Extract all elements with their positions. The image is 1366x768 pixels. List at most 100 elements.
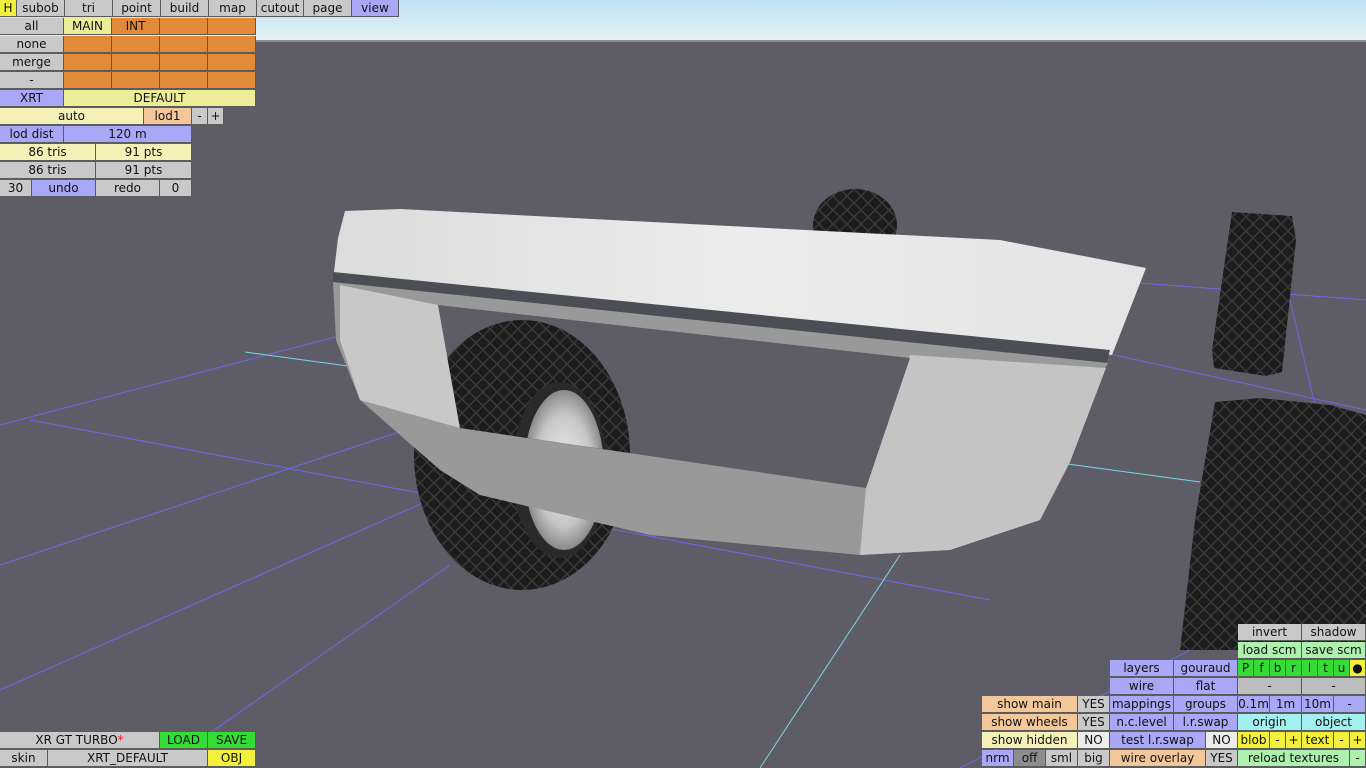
- text-button[interactable]: text: [1302, 732, 1334, 749]
- layers-button[interactable]: layers: [1110, 660, 1174, 677]
- view-left-button[interactable]: l: [1302, 660, 1318, 677]
- select-all-button[interactable]: all: [0, 18, 64, 35]
- car-name: XR GT TURBO: [35, 733, 118, 747]
- group-slot[interactable]: [112, 72, 160, 89]
- grid-0-1m-button[interactable]: 0.1m: [1238, 696, 1270, 713]
- big-size-button[interactable]: big: [1078, 750, 1110, 767]
- car-name-field[interactable]: XR GT TURBO*: [0, 732, 160, 749]
- tris-count-total: 86 tris: [0, 162, 96, 179]
- group-slot[interactable]: [160, 18, 208, 35]
- menu-cutout[interactable]: cutout: [257, 0, 304, 17]
- lod-auto-button[interactable]: auto: [0, 108, 144, 125]
- test-lr-swap-button[interactable]: test l.r.swap: [1110, 732, 1206, 749]
- save-scm-button[interactable]: save scm: [1302, 642, 1366, 659]
- size-off-button[interactable]: off: [1014, 750, 1046, 767]
- lod-select-button[interactable]: lod1: [144, 108, 192, 125]
- object-button[interactable]: object: [1302, 714, 1366, 731]
- wire-button[interactable]: wire: [1110, 678, 1174, 695]
- group-main[interactable]: MAIN: [64, 18, 112, 35]
- menu-tri[interactable]: tri: [65, 0, 113, 17]
- undo-count: 30: [0, 180, 32, 197]
- view-top-button[interactable]: t: [1318, 660, 1334, 677]
- group-slot[interactable]: [112, 54, 160, 71]
- blob-button[interactable]: blob: [1238, 732, 1270, 749]
- group-slot[interactable]: [208, 54, 256, 71]
- flat-button[interactable]: flat: [1174, 678, 1238, 695]
- menu-subob[interactable]: subob: [17, 0, 65, 17]
- groups-button[interactable]: groups: [1174, 696, 1238, 713]
- group-int[interactable]: INT: [112, 18, 160, 35]
- rear-right-wheel: [1212, 212, 1296, 376]
- dash-button[interactable]: -: [0, 72, 64, 89]
- test-lr-swap-toggle[interactable]: NO: [1206, 732, 1238, 749]
- merge-button[interactable]: merge: [0, 54, 64, 71]
- show-main-label[interactable]: show main: [982, 696, 1078, 713]
- grid-1m-button[interactable]: 1m: [1270, 696, 1302, 713]
- load-scm-button[interactable]: load scm: [1238, 642, 1302, 659]
- text-minus-button[interactable]: -: [1334, 732, 1350, 749]
- show-wheels-label[interactable]: show wheels: [982, 714, 1078, 731]
- view-front-button[interactable]: f: [1254, 660, 1270, 677]
- view-under-button[interactable]: u: [1334, 660, 1350, 677]
- blob-minus-button[interactable]: -: [1270, 732, 1286, 749]
- group-slot[interactable]: [64, 36, 112, 53]
- reload-minus-button[interactable]: -: [1350, 750, 1366, 767]
- group-slot[interactable]: [64, 54, 112, 71]
- small-size-button[interactable]: sml: [1046, 750, 1078, 767]
- normal-size-button[interactable]: nrm: [982, 750, 1014, 767]
- group-slot[interactable]: [208, 18, 256, 35]
- menu-build[interactable]: build: [161, 0, 209, 17]
- group-slot[interactable]: [160, 72, 208, 89]
- undo-button[interactable]: undo: [32, 180, 96, 197]
- group-slot[interactable]: [160, 36, 208, 53]
- config-button[interactable]: DEFAULT: [64, 90, 256, 107]
- wire-overlay-button[interactable]: wire overlay: [1110, 750, 1206, 767]
- show-main-toggle[interactable]: YES: [1078, 696, 1110, 713]
- shadow-button[interactable]: shadow: [1302, 624, 1366, 641]
- blob-plus-button[interactable]: +: [1286, 732, 1302, 749]
- h-button[interactable]: H: [0, 0, 17, 17]
- redo-button[interactable]: redo: [96, 180, 160, 197]
- skin-label: skin: [0, 750, 48, 767]
- modified-marker: *: [117, 733, 124, 747]
- lod-dist-value[interactable]: 120 m: [64, 126, 192, 143]
- menu-map[interactable]: map: [209, 0, 257, 17]
- grid-10m-button[interactable]: 10m: [1302, 696, 1334, 713]
- invert-button[interactable]: invert: [1238, 624, 1302, 641]
- view-back-button[interactable]: b: [1270, 660, 1286, 677]
- grid-off-button[interactable]: -: [1334, 696, 1366, 713]
- show-wheels-toggle[interactable]: YES: [1078, 714, 1110, 731]
- obj-button[interactable]: OBJ: [208, 750, 256, 767]
- group-slot[interactable]: [160, 54, 208, 71]
- wire-overlay-toggle[interactable]: YES: [1206, 750, 1238, 767]
- skin-name-field[interactable]: XRT_DEFAULT: [48, 750, 208, 767]
- view-p-button[interactable]: P: [1238, 660, 1254, 677]
- dash-button-left[interactable]: -: [1238, 678, 1302, 695]
- redo-count: 0: [160, 180, 192, 197]
- group-slot[interactable]: [208, 36, 256, 53]
- show-hidden-label[interactable]: show hidden: [982, 732, 1078, 749]
- origin-button[interactable]: origin: [1238, 714, 1302, 731]
- gouraud-button[interactable]: gouraud: [1174, 660, 1238, 677]
- mappings-button[interactable]: mappings: [1110, 696, 1174, 713]
- select-none-button[interactable]: none: [0, 36, 64, 53]
- nc-level-button[interactable]: n.c.level: [1110, 714, 1174, 731]
- menu-point[interactable]: point: [113, 0, 161, 17]
- load-button[interactable]: LOAD: [160, 732, 208, 749]
- dash-button-right[interactable]: -: [1302, 678, 1366, 695]
- group-slot[interactable]: [112, 36, 160, 53]
- text-plus-button[interactable]: +: [1350, 732, 1366, 749]
- menu-page[interactable]: page: [304, 0, 352, 17]
- lod-minus-button[interactable]: -: [192, 108, 208, 125]
- reload-textures-button[interactable]: reload textures: [1238, 750, 1350, 767]
- show-hidden-toggle[interactable]: NO: [1078, 732, 1110, 749]
- save-button[interactable]: SAVE: [208, 732, 256, 749]
- car-code-button[interactable]: XRT: [0, 90, 64, 107]
- lod-plus-button[interactable]: +: [208, 108, 224, 125]
- group-slot[interactable]: [208, 72, 256, 89]
- dot-icon[interactable]: ●: [1350, 660, 1366, 677]
- view-right-button[interactable]: r: [1286, 660, 1302, 677]
- menu-view[interactable]: view: [352, 0, 399, 17]
- lr-swap-button[interactable]: l.r.swap: [1174, 714, 1238, 731]
- group-slot[interactable]: [64, 72, 112, 89]
